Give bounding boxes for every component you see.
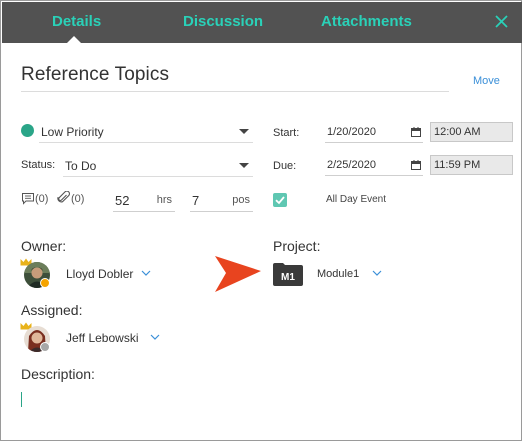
points-value: 7 [192,193,200,208]
title-underline [21,91,449,92]
due-label: Due: [273,160,297,172]
hours-value: 52 [115,193,130,208]
arrow-right-icon [215,256,261,292]
status-label: Status: [21,159,56,171]
points-input[interactable]: 7 pos [190,188,253,212]
close-button[interactable] [492,11,512,33]
all-day-checkbox[interactable] [273,193,287,207]
due-date-input[interactable]: 2/25/2020 [325,154,423,176]
presence-away-indicator [40,278,50,288]
folder-icon: M1 [273,263,303,286]
chevron-down-icon[interactable] [150,334,160,340]
start-time-value: 12:00 AM [434,126,481,138]
calendar-icon [411,160,421,170]
start-label: Start: [273,127,300,139]
caret-down-icon [239,129,249,134]
calendar-icon [411,127,421,137]
caret-down-icon [239,163,249,168]
status-value: To Do [65,159,97,173]
assigned-name[interactable]: Jeff Lebowski [66,331,139,345]
due-time-input[interactable]: 11:59 PM [430,155,513,175]
attachment-count: (0) [71,193,85,205]
chevron-down-icon[interactable] [372,270,382,276]
assigned-label: Assigned: [21,302,83,318]
close-icon [495,15,508,28]
presence-offline-indicator [40,342,50,352]
description-label: Description: [21,366,95,382]
status-select[interactable]: To Do [63,153,253,177]
tab-attachments[interactable]: Attachments [321,13,412,30]
move-link[interactable]: Move [473,75,500,87]
checkmark-icon [275,196,285,205]
active-tab-indicator [67,36,81,43]
chevron-down-icon[interactable] [141,270,151,276]
description-editor[interactable] [19,389,499,411]
text-caret [21,392,22,407]
priority-dot [21,124,34,137]
task-details-panel: Details Discussion Attachments Reference… [0,0,522,441]
due-date-value: 2/25/2020 [327,159,376,171]
hours-unit: hrs [156,194,172,206]
task-title[interactable]: Reference Topics [21,64,169,86]
tab-details[interactable]: Details [52,13,101,30]
hours-input[interactable]: 52 hrs [113,188,175,212]
panel-header: Details Discussion Attachments [2,2,522,43]
owner-name[interactable]: Lloyd Dobler [66,267,133,281]
due-time-value: 11:59 PM [434,159,481,171]
start-time-input[interactable]: 12:00 AM [430,122,513,142]
tab-discussion[interactable]: Discussion [183,13,263,30]
all-day-label: All Day Event [326,194,387,205]
comment-icon[interactable] [21,192,35,205]
start-date-value: 1/20/2020 [327,126,376,138]
owner-label: Owner: [21,238,67,254]
start-date-input[interactable]: 1/20/2020 [325,121,423,143]
comment-count: (0) [35,193,49,205]
priority-select[interactable]: Low Priority [39,119,253,143]
priority-value: Low Priority [41,125,104,139]
project-label: Project: [273,238,321,254]
points-unit: pos [232,194,250,206]
project-name[interactable]: Module1 [317,268,359,280]
paperclip-icon[interactable] [57,191,71,204]
project-badge: M1 [281,272,295,283]
